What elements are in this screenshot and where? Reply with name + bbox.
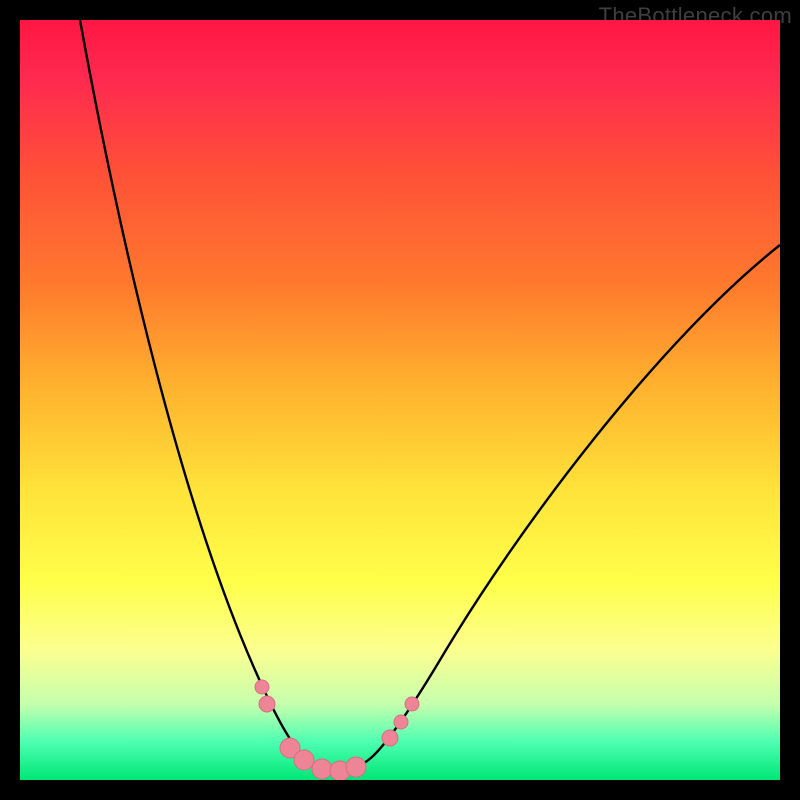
curve-marker: [259, 696, 275, 712]
curve-marker: [405, 697, 419, 711]
chart-frame: [20, 20, 780, 780]
plot-svg: [20, 20, 780, 780]
curve-marker: [394, 715, 408, 729]
curve-marker: [312, 759, 332, 779]
curve-marker: [294, 750, 314, 770]
curve-marker: [255, 680, 269, 694]
v-curve: [80, 20, 780, 771]
curve-marker: [346, 757, 366, 777]
curve-marker: [382, 730, 398, 746]
